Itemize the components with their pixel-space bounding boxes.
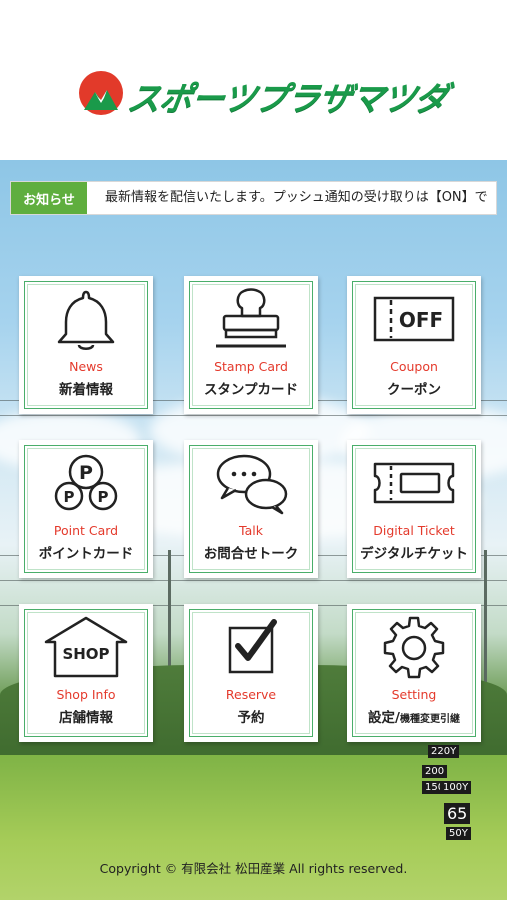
chat-bubbles-icon xyxy=(216,454,288,515)
tile-label-ja: お問合せトーク xyxy=(203,546,299,562)
coupon-icon: OFF xyxy=(373,296,455,342)
menu-tile-news[interactable]: News 新着情報 xyxy=(19,276,153,414)
menu-tile-coupon[interactable]: OFF Coupon クーポン xyxy=(347,276,481,414)
yardage-sign: 220Y xyxy=(428,745,460,758)
logo-mountain-icon xyxy=(79,71,123,115)
shop-icon: SHOP xyxy=(44,616,128,678)
news-ticker[interactable]: お知らせ 最新情報を配信いたします。プッシュ通知の受け取りは【ON】で xyxy=(10,181,497,215)
tile-label-ja: 店舗情報 xyxy=(59,710,113,726)
tile-label-en: Digital Ticket xyxy=(373,523,455,538)
tile-label-ja: 設定/機種変更引継 xyxy=(347,706,481,726)
tile-label-en: Coupon xyxy=(390,359,438,374)
menu-tile-stamp-card[interactable]: Stamp Card スタンプカード xyxy=(184,276,318,414)
tile-label-ja: スタンプカード xyxy=(203,382,299,398)
tile-label-ja: クーポン xyxy=(387,382,441,398)
stamp-icon xyxy=(216,288,286,348)
point-coins-icon: P P P xyxy=(54,454,118,511)
ticket-icon xyxy=(373,462,455,504)
tile-label-en: Shop Info xyxy=(56,687,116,702)
menu-tile-shop-info[interactable]: SHOP Shop Info 店舗情報 xyxy=(19,604,153,742)
notice-text: 最新情報を配信いたします。プッシュ通知の受け取りは【ON】で xyxy=(105,190,488,205)
app-header: スポーツプラザマツダ xyxy=(0,0,507,160)
setting-label-sub: 機種変更引継 xyxy=(399,714,460,725)
brand-logo: スポーツプラザマツダ xyxy=(78,66,450,122)
tile-label-en: Setting xyxy=(391,687,437,702)
yardage-signs: 220Y 200 150 100Y 65 50Y xyxy=(418,745,478,845)
tile-label-en: Talk xyxy=(239,523,263,538)
tile-label-en: Point Card xyxy=(53,523,119,538)
yardage-sign: 65 xyxy=(444,803,471,824)
notice-badge: お知らせ xyxy=(11,182,87,214)
menu-tile-point-card[interactable]: P P P Point Card ポイントカード xyxy=(19,440,153,578)
tile-label-en: Stamp Card xyxy=(214,359,288,374)
setting-label-main: 設定/ xyxy=(368,710,400,726)
tile-label-ja: ポイントカード xyxy=(38,546,134,562)
bell-icon xyxy=(57,290,115,350)
tile-label-ja: 新着情報 xyxy=(59,382,113,398)
checkbox-icon xyxy=(228,619,277,674)
copyright-footer: Copyright © 有限会社 松田産業 All rights reserve… xyxy=(99,861,408,876)
gear-icon xyxy=(383,616,445,679)
tile-label-ja: 予約 xyxy=(237,710,265,726)
logo-text: スポーツプラザマツダ xyxy=(124,79,450,118)
menu-tile-setting[interactable]: Setting 設定/機種変更引継 xyxy=(347,604,481,742)
menu-tile-talk[interactable]: Talk お問合せトーク xyxy=(184,440,318,578)
yardage-sign: 100Y xyxy=(440,781,472,794)
menu-tile-reserve[interactable]: Reserve 予約 xyxy=(184,604,318,742)
tile-label-ja: デジタルチケット xyxy=(360,546,468,562)
point-letter: P xyxy=(98,488,109,506)
shop-icon-text: SHOP xyxy=(62,645,109,663)
yardage-sign: 200 xyxy=(422,765,448,778)
coupon-icon-text: OFF xyxy=(399,308,443,332)
menu-tile-digital-ticket[interactable]: Digital Ticket デジタルチケット xyxy=(347,440,481,578)
tile-label-en: News xyxy=(69,359,103,374)
yardage-sign: 50Y xyxy=(446,827,471,840)
point-letter: P xyxy=(79,462,93,484)
point-letter: P xyxy=(64,488,75,506)
tile-label-en: Reserve xyxy=(225,687,277,702)
